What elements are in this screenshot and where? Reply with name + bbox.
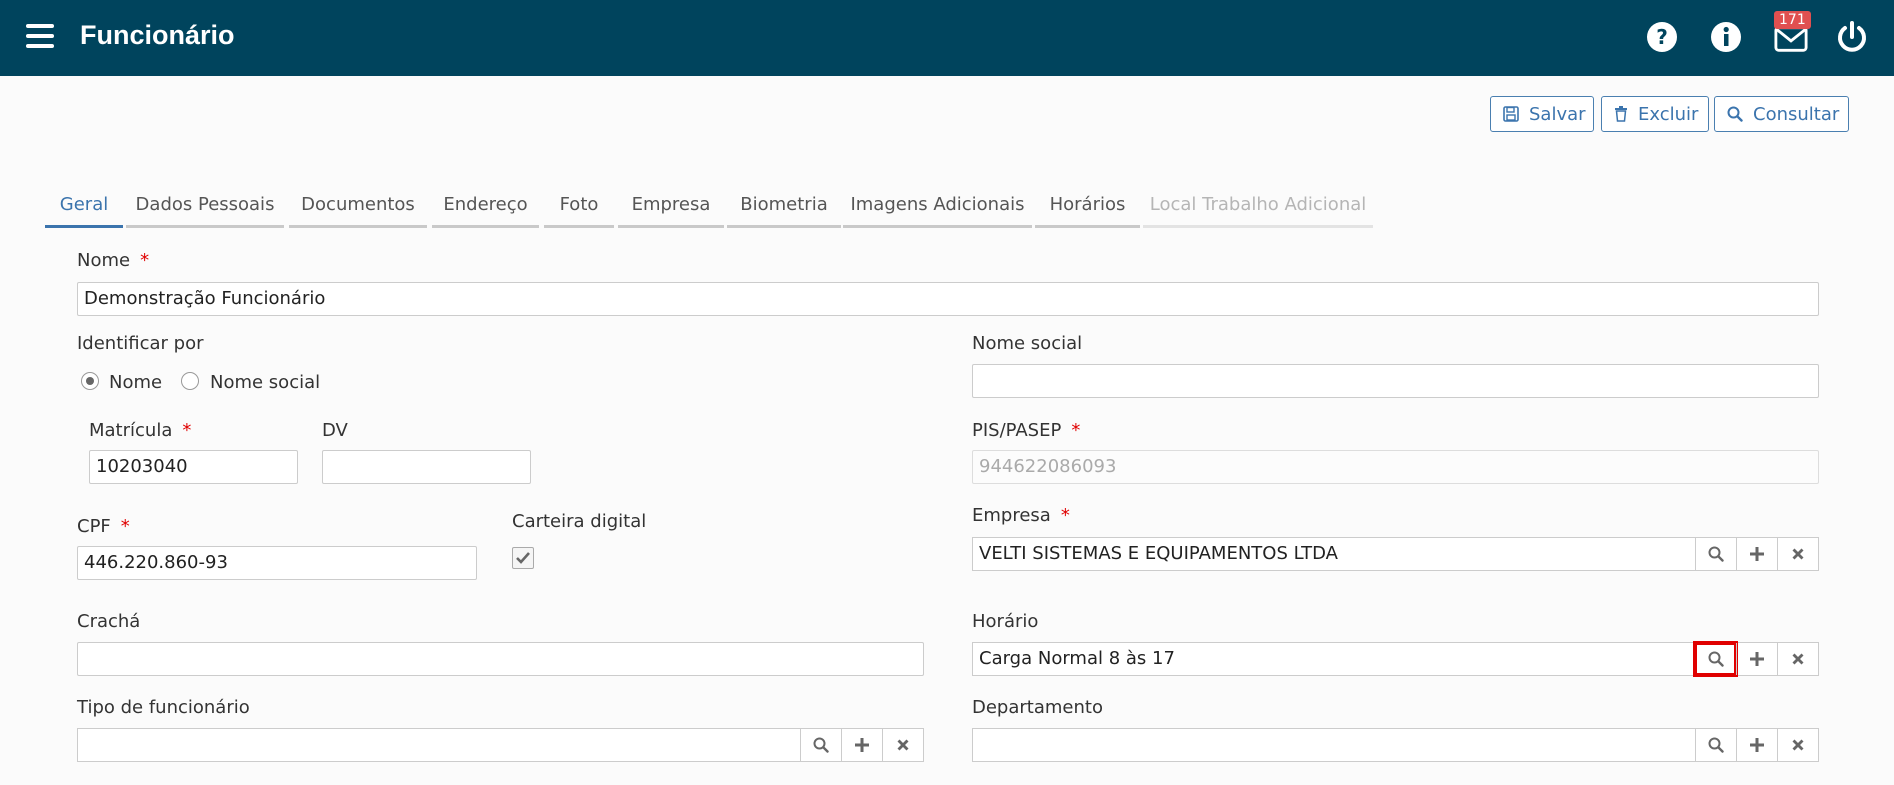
- trash-icon: [1615, 106, 1627, 122]
- help-icon[interactable]: ?: [1645, 20, 1679, 54]
- plus-icon: [1750, 738, 1764, 752]
- search-icon: [813, 737, 829, 753]
- departamento-label: Departamento: [972, 697, 1103, 718]
- tab-local-trabalho-adicional: Local Trabalho Adicional: [1143, 186, 1373, 228]
- carteira-digital-checkbox[interactable]: [512, 547, 534, 569]
- nome-social-field[interactable]: [972, 364, 1819, 398]
- cracha-field[interactable]: [77, 642, 924, 676]
- departamento-add-button[interactable]: [1736, 729, 1777, 761]
- query-button[interactable]: Consultar: [1714, 96, 1849, 132]
- empresa-label: Empresa *: [972, 505, 1070, 526]
- close-icon: [1792, 548, 1804, 560]
- app-header: Funcionário ? 171: [0, 0, 1894, 76]
- departamento-clear-button[interactable]: [1777, 729, 1818, 761]
- empresa-lookup: VELTI SISTEMAS E EQUIPAMENTOS LTDA: [972, 537, 1819, 571]
- pis-label: PIS/PASEP *: [972, 420, 1081, 441]
- check-icon: [516, 552, 530, 564]
- cpf-label: CPF *: [77, 516, 130, 537]
- dv-label: DV: [322, 420, 348, 441]
- search-icon: [1708, 737, 1724, 753]
- save-button[interactable]: Salvar: [1490, 96, 1594, 132]
- empresa-add-button[interactable]: [1736, 538, 1777, 570]
- plus-icon: [1750, 652, 1764, 666]
- pis-field: 944622086093: [972, 450, 1819, 484]
- tab-dados-pessoais[interactable]: Dados Pessoais: [126, 186, 284, 228]
- dv-field[interactable]: [322, 450, 531, 484]
- tab-empresa[interactable]: Empresa: [618, 186, 724, 228]
- horario-field[interactable]: Carga Normal 8 às 17: [973, 643, 1695, 675]
- close-icon: [897, 739, 909, 751]
- horario-label: Horário: [972, 611, 1039, 632]
- tipo-search-button[interactable]: [800, 729, 841, 761]
- hamburger-menu-icon[interactable]: [26, 24, 54, 48]
- tab-biometria[interactable]: Biometria: [727, 186, 841, 228]
- tipo-funcionario-label: Tipo de funcionário: [77, 697, 250, 718]
- radio-nome[interactable]: [81, 372, 99, 390]
- tipo-funcionario-field[interactable]: [78, 729, 800, 761]
- close-icon: [1792, 653, 1804, 665]
- radio-nome-social-label: Nome social: [210, 372, 321, 393]
- power-icon[interactable]: [1835, 20, 1869, 54]
- search-icon: [1708, 546, 1724, 562]
- tab-horarios[interactable]: Horários: [1035, 186, 1140, 228]
- horario-add-button[interactable]: [1736, 643, 1777, 675]
- plus-icon: [1750, 547, 1764, 561]
- carteira-digital-label: Carteira digital: [512, 511, 647, 532]
- tab-endereco[interactable]: Endereço: [432, 186, 539, 228]
- radio-nome-social[interactable]: [181, 372, 199, 390]
- departamento-field[interactable]: [973, 729, 1695, 761]
- delete-button[interactable]: Excluir: [1601, 96, 1709, 132]
- empresa-search-button[interactable]: [1695, 538, 1736, 570]
- nome-field[interactable]: Demonstração Funcionário: [77, 282, 1819, 316]
- cracha-label: Crachá: [77, 611, 141, 632]
- svg-text:?: ?: [1656, 25, 1668, 49]
- horario-clear-button[interactable]: [1777, 643, 1818, 675]
- empresa-clear-button[interactable]: [1777, 538, 1818, 570]
- cpf-field[interactable]: 446.220.860-93: [77, 546, 477, 580]
- tipo-add-button[interactable]: [841, 729, 882, 761]
- page-title: Funcionário: [80, 20, 235, 50]
- tipo-clear-button[interactable]: [882, 729, 923, 761]
- tab-geral[interactable]: Geral: [45, 186, 123, 228]
- search-icon: [1708, 651, 1724, 667]
- nome-social-label: Nome social: [972, 333, 1083, 354]
- matricula-label: Matrícula *: [89, 420, 192, 441]
- departamento-search-button[interactable]: [1695, 729, 1736, 761]
- tab-foto[interactable]: Foto: [544, 186, 614, 228]
- tipo-funcionario-lookup: [77, 728, 924, 762]
- horario-lookup: Carga Normal 8 às 17: [972, 641, 1819, 677]
- tab-imagens-adicionais[interactable]: Imagens Adicionais: [843, 186, 1032, 228]
- identificar-por-label: Identificar por: [77, 333, 204, 354]
- horario-search-button[interactable]: [1693, 641, 1738, 677]
- search-icon: [1727, 106, 1743, 122]
- tab-documentos[interactable]: Documentos: [289, 186, 427, 228]
- matricula-field[interactable]: 10203040: [89, 450, 298, 484]
- empresa-field[interactable]: VELTI SISTEMAS E EQUIPAMENTOS LTDA: [973, 538, 1695, 570]
- radio-nome-label: Nome: [109, 372, 163, 393]
- info-icon[interactable]: [1709, 20, 1743, 54]
- save-icon: [1503, 106, 1519, 122]
- plus-icon: [855, 738, 869, 752]
- departamento-lookup: [972, 728, 1819, 762]
- mail-count-badge: 171: [1774, 11, 1811, 29]
- close-icon: [1792, 739, 1804, 751]
- nome-label: Nome *: [77, 250, 150, 271]
